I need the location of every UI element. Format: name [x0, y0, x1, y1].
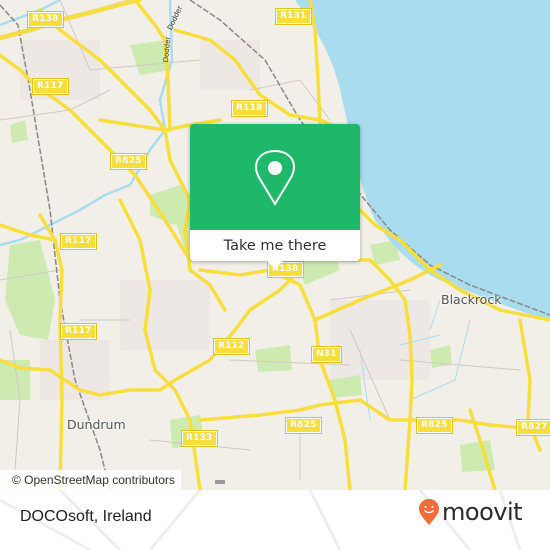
- road-shield-r112: R112: [213, 338, 250, 355]
- map-pin-icon: [255, 150, 295, 206]
- popup-header: [190, 124, 360, 230]
- map[interactable]: R138 R131 R117 R118 R825 R117 R138 R117 …: [0, 0, 550, 490]
- moovit-logo[interactable]: moovit: [418, 498, 523, 526]
- road-shield-r825: R825: [285, 417, 322, 434]
- place-label-blackrock: Blackrock: [441, 292, 502, 307]
- location-title: DOCOsoft, Ireland: [20, 508, 152, 525]
- road-shield-r131: R131: [275, 8, 312, 25]
- moovit-smiley-pin-icon: [419, 499, 439, 525]
- road-shield-r825: R825: [110, 153, 147, 170]
- map-attribution[interactable]: © OpenStreetMap contributors: [0, 470, 181, 490]
- footer-bar: DOCOsoft, Ireland moovit: [0, 490, 550, 550]
- road-shield-r118: R118: [231, 100, 268, 117]
- popup-pointer: [267, 261, 283, 269]
- road-shield-r133: R133: [181, 430, 218, 447]
- road-shield-r138: R138: [27, 11, 64, 28]
- destination-popup: Take me there: [190, 124, 360, 269]
- road-shield-r827: R827: [516, 419, 550, 436]
- road-shield-r825: R825: [416, 417, 453, 434]
- attribution-text: © OpenStreetMap contributors: [12, 473, 175, 487]
- road-shield-n31: N31: [311, 346, 342, 363]
- moovit-wordmark: moovit: [442, 498, 523, 526]
- road-shield-r117: R117: [60, 233, 97, 250]
- road-shield-r117: R117: [60, 323, 97, 340]
- road-shield-r117: R117: [32, 78, 69, 95]
- place-label-dundrum: Dundrum: [67, 417, 126, 432]
- take-me-there-button[interactable]: Take me there: [190, 230, 360, 261]
